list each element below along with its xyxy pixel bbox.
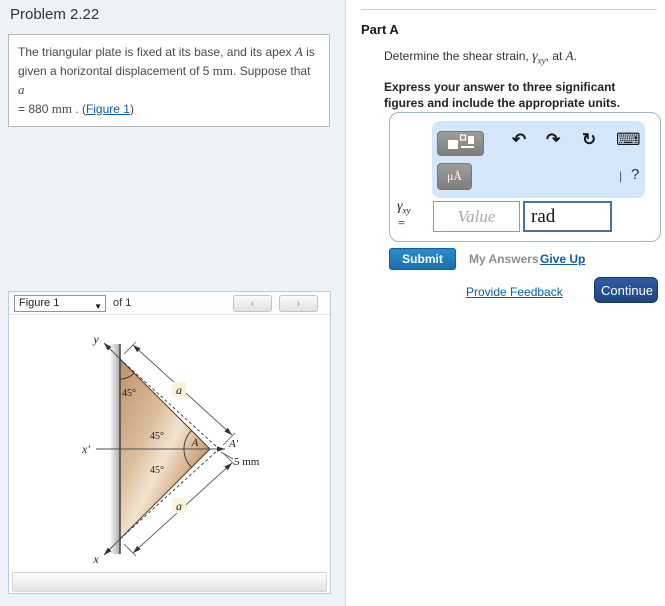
undo-icon[interactable]: ↶: [512, 131, 526, 148]
angle-upper-label: 45°: [150, 431, 164, 442]
angle-top-label: 45°: [122, 388, 136, 399]
chevron-left-icon: ‹: [250, 297, 255, 310]
equals-sign: =: [397, 214, 406, 230]
x-prime-axis-label: x′: [81, 442, 90, 456]
give-up-link[interactable]: Give Up: [540, 252, 585, 266]
figure-footer: [12, 572, 327, 592]
chevron-right-icon: ›: [296, 297, 301, 310]
keyboard-icon[interactable]: ⌨: [616, 131, 641, 148]
value-input[interactable]: [433, 201, 520, 232]
figure-image: y x x′ 45° 45° 45° a a A A′ 5 mm: [10, 315, 329, 568]
math-unit-mm: mm: [51, 100, 72, 116]
question-text: Determine the shear strain, γxy, at A.: [384, 48, 577, 66]
redo-icon[interactable]: ↷: [546, 131, 560, 148]
figure-prev-button[interactable]: ‹: [233, 295, 272, 312]
figure-link[interactable]: Figure 1: [86, 102, 130, 116]
figure-count-label: of 1: [113, 297, 132, 309]
left-column: Problem 2.22 The triangular plate is fix…: [0, 0, 346, 606]
my-answers-link[interactable]: My Answers: [469, 252, 539, 266]
figure-next-button[interactable]: ›: [279, 295, 318, 312]
provide-feedback-link[interactable]: Provide Feedback: [466, 285, 563, 299]
figure-header: Figure 1 ▼ of 1 ‹ ›: [9, 292, 330, 315]
continue-button[interactable]: Continue: [594, 277, 658, 303]
figure-panel: Figure 1 ▼ of 1 ‹ › y x x′ 45° 45° 45° a…: [8, 291, 331, 594]
y-axis-label: y: [92, 332, 99, 346]
x-axis-label: x: [92, 552, 99, 566]
dim-a-bottom-label: a: [176, 499, 182, 513]
math-var-a: a: [18, 81, 25, 97]
section-divider: [361, 9, 657, 10]
apex-label: A: [191, 437, 199, 449]
gamma-xy-label: γxy =: [397, 199, 411, 230]
toolbar-separator: |: [619, 169, 623, 183]
template-icon: [447, 133, 474, 149]
reset-icon[interactable]: ↻: [582, 131, 596, 148]
page-title: Problem 2.22: [10, 6, 100, 23]
math-unit-mm: mm: [212, 62, 234, 78]
figure-select[interactable]: Figure 1 ▼: [14, 295, 106, 312]
dim-a-top-label: a: [176, 383, 182, 397]
math-template-button[interactable]: [437, 131, 484, 156]
units-input[interactable]: [523, 201, 612, 232]
math-var-A: A: [565, 48, 574, 63]
help-button[interactable]: ?: [631, 166, 639, 183]
angle-lower-label: 45°: [150, 465, 164, 476]
plate-diagram: y x x′ 45° 45° 45° a a A A′ 5 mm: [81, 332, 260, 566]
figure-select-value: Figure 1: [19, 297, 60, 309]
page: Problem 2.22 The triangular plate is fix…: [0, 0, 665, 606]
problem-text: The triangular plate is fixed at its bas…: [18, 45, 295, 59]
equation-toolbar: ↶ ↷ ↻ ⌨ μÅ | ?: [432, 121, 645, 198]
math-var-A: A: [294, 44, 303, 59]
submit-button[interactable]: Submit: [389, 248, 456, 270]
problem-statement: The triangular plate is fixed at its bas…: [8, 34, 330, 128]
answer-box: ↶ ↷ ↻ ⌨ μÅ | ? γxy =: [389, 112, 661, 242]
answer-instructions: Express your answer to three significant…: [384, 80, 621, 111]
apex-displaced-label: A′: [228, 438, 239, 450]
part-a-title: Part A: [361, 22, 399, 37]
displacement-label: 5 mm: [234, 456, 260, 468]
chevron-down-icon: ▼: [94, 302, 102, 311]
units-button[interactable]: μÅ: [437, 163, 472, 190]
